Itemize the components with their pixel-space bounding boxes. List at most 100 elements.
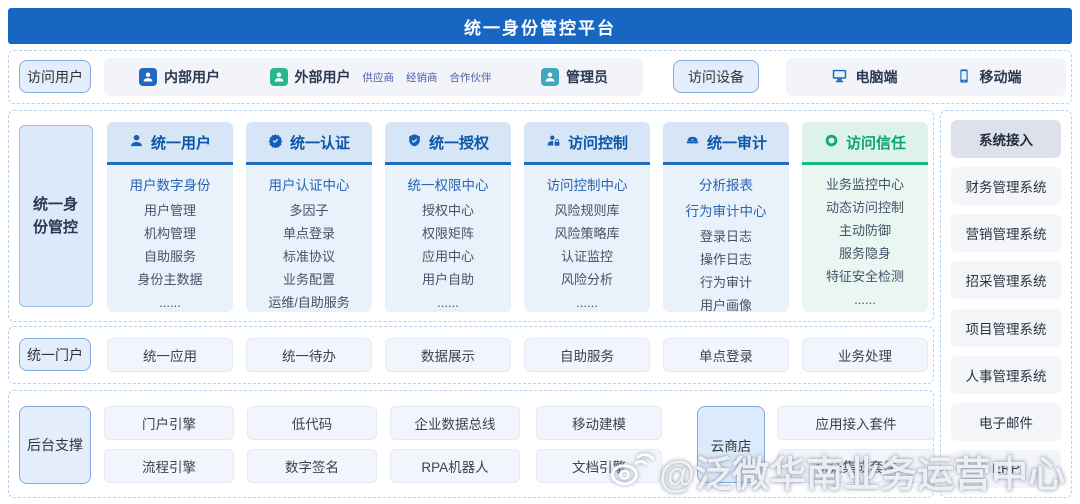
column-item: 风险策略库	[524, 222, 650, 245]
system-item: 招采管理系统	[951, 261, 1061, 299]
portal-item: 统一应用	[107, 338, 233, 372]
user-lock-icon	[546, 133, 561, 152]
user-group-external: 外部用户 供应商 经销商 合作伙伴	[270, 67, 492, 87]
system-item: 营销管理系统	[951, 214, 1061, 252]
column-title: 统一用户	[151, 132, 211, 153]
column-body: 分析报表 行为审计中心 登录日志 操作日志 行为审计 用户画像	[663, 165, 789, 312]
systems-header: 系统接入	[951, 120, 1061, 158]
column-item: 登录日志	[663, 225, 789, 248]
access-users-label: 访问用户	[19, 60, 91, 93]
column-item: 单点登录	[246, 222, 372, 245]
user-sub-label: 供应商	[363, 70, 395, 85]
identity-column-access-trust: 访问信任 业务监控中心 动态访问控制 主动防御 服务隐身 特征安全检测 ....…	[802, 122, 928, 312]
column-item: 用户自助	[385, 268, 511, 291]
column-item: 应用中心	[385, 245, 511, 268]
column-item: 主动防御	[802, 219, 928, 242]
column-item: 用户认证中心	[246, 173, 372, 199]
column-item: 用户管理	[107, 199, 233, 222]
backend-section: 后台支撑 门户引擎 低代码 企业数据总线 移动建模 流程引擎 数字签名 RPA机…	[8, 390, 934, 498]
device-label: 电脑端	[856, 67, 898, 87]
police-cap-icon	[685, 133, 700, 152]
column-item: ......	[802, 288, 928, 311]
phone-icon	[956, 68, 972, 87]
identity-section-label: 统一身份管控	[19, 125, 93, 307]
column-title: 统一授权	[429, 132, 489, 153]
backend-item: 数字签名	[247, 449, 377, 483]
column-body: 用户数字身份 用户管理 机构管理 自助服务 身份主数据 ......	[107, 165, 233, 312]
column-body: 业务监控中心 动态访问控制 主动防御 服务隐身 特征安全检测 ......	[802, 165, 928, 312]
backend-item: 低代码	[247, 406, 377, 440]
user-sub-label: 合作伙伴	[450, 70, 492, 85]
identity-column-unified-user: 统一用户 用户数字身份 用户管理 机构管理 自助服务 身份主数据 ......	[107, 122, 233, 312]
column-item: 标准协议	[246, 245, 372, 268]
portal-item: 统一待办	[246, 338, 372, 372]
column-title: 统一审计	[707, 132, 767, 153]
access-users-row: 访问用户 内部用户 外部用户 供应商 经销商 合作伙伴	[8, 50, 1072, 104]
user-icon	[129, 133, 144, 152]
system-item: 电子邮件	[951, 403, 1061, 441]
admin-user-icon	[541, 68, 559, 86]
column-item: 多因子	[246, 199, 372, 222]
column-header: 统一用户	[107, 122, 233, 165]
backend-item: 应用接入套件	[777, 406, 935, 440]
column-item: 自助服务	[107, 245, 233, 268]
backend-item: 移动建模	[536, 406, 662, 440]
portal-section-label: 统一门户	[19, 338, 91, 371]
portal-item: 数据展示	[385, 338, 511, 372]
page: 统一身份管控平台 访问用户 内部用户 外部用户 供应商 经销商 合作伙伴	[0, 0, 1080, 504]
column-header: 统一认证	[246, 122, 372, 165]
column-item: 分析报表	[663, 173, 789, 199]
column-item: 风险规则库	[524, 199, 650, 222]
page-title: 统一身份管控平台	[8, 8, 1072, 44]
system-item: ERP	[951, 450, 1061, 488]
portal-section: 统一门户 统一应用 统一待办 数据展示 自助服务 单点登录 业务处理	[8, 326, 934, 384]
column-title: 访问控制	[568, 132, 628, 153]
user-group-internal: 内部用户	[139, 67, 220, 87]
column-item: 用户数字身份	[107, 173, 233, 199]
identity-section: 统一身份管控 统一用户 用户数字身份 用户管理 机构管理 自助服务 身份主数据 …	[8, 110, 934, 322]
device-pc: 电脑端	[831, 67, 898, 87]
column-header: 访问控制	[524, 122, 650, 165]
portal-item: 单点登录	[663, 338, 789, 372]
column-item: 机构管理	[107, 222, 233, 245]
column-item: 运维/自助服务	[246, 291, 372, 314]
backend-section-label: 后台支撑	[19, 406, 91, 484]
internal-user-icon	[139, 68, 157, 86]
column-item: 授权中心	[385, 199, 511, 222]
access-devices-label: 访问设备	[673, 60, 759, 93]
column-item: 行为审计	[663, 271, 789, 294]
trust-circle-icon	[824, 133, 839, 152]
column-body: 用户认证中心 多因子 单点登录 标准协议 业务配置 运维/自助服务	[246, 165, 372, 312]
monitor-icon	[831, 67, 848, 87]
system-item: 项目管理系统	[951, 309, 1061, 347]
column-title: 访问信任	[846, 132, 906, 153]
column-header: 统一审计	[663, 122, 789, 165]
backend-item: 文档引擎	[536, 449, 662, 483]
user-group-label: 管理员	[566, 67, 608, 87]
system-item: 财务管理系统	[951, 167, 1061, 205]
portal-items: 统一应用 统一待办 数据展示 自助服务 单点登录 业务处理	[107, 338, 928, 372]
backend-item: 企业数据总线	[390, 406, 520, 440]
column-header: 访问信任	[802, 122, 928, 165]
column-item: 行为审计中心	[663, 199, 789, 225]
column-item: 服务隐身	[802, 242, 928, 265]
column-item: 身份主数据	[107, 268, 233, 291]
column-item: 业务配置	[246, 268, 372, 291]
column-item: 动态访问控制	[802, 196, 928, 219]
identity-column-access-control: 访问控制 访问控制中心 风险规则库 风险策略库 认证监控 风险分析 ......	[524, 122, 650, 312]
backend-item: 门户引擎	[104, 406, 234, 440]
identity-column-unified-auth: 统一认证 用户认证中心 多因子 单点登录 标准协议 业务配置 运维/自助服务	[246, 122, 372, 312]
column-body: 统一权限中心 授权中心 权限矩阵 应用中心 用户自助 ......	[385, 165, 511, 312]
system-item: 人事管理系统	[951, 356, 1061, 394]
backend-item: 认证集成套件	[777, 449, 935, 483]
cloud-store-box: 云商店	[697, 406, 765, 483]
identity-columns: 统一用户 用户数字身份 用户管理 机构管理 自助服务 身份主数据 ...... …	[107, 122, 928, 312]
user-group-label: 内部用户	[164, 67, 220, 87]
device-label: 移动端	[980, 67, 1022, 87]
column-item: 特征安全检测	[802, 265, 928, 288]
column-item: 业务监控中心	[802, 173, 928, 196]
backend-item: RPA机器人	[390, 449, 520, 483]
column-title: 统一认证	[290, 132, 350, 153]
user-sub-label: 经销商	[406, 70, 438, 85]
column-item: 访问控制中心	[524, 173, 650, 199]
